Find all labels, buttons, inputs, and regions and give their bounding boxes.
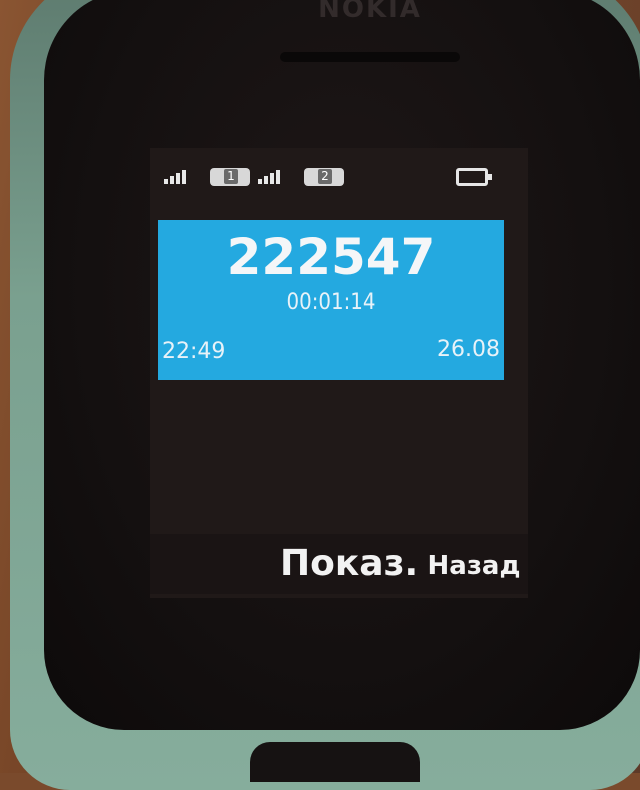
signal-bars-icon bbox=[258, 166, 286, 184]
sim-2-label: 2 bbox=[318, 169, 332, 184]
call-number: 222547 bbox=[226, 228, 436, 286]
status-bar: 1 2 bbox=[160, 156, 500, 188]
earpiece-speaker bbox=[280, 52, 460, 62]
brand-logo: NOKIA bbox=[318, 0, 422, 24]
back-softkey[interactable]: Назад bbox=[426, 546, 522, 586]
call-time: 22:49 bbox=[162, 339, 226, 364]
softkey-bar: Показ. Назад bbox=[150, 534, 528, 594]
show-softkey[interactable]: Показ. bbox=[280, 542, 418, 586]
sim-2-icon: 2 bbox=[304, 168, 344, 186]
call-date: 26.08 bbox=[437, 337, 500, 362]
sim-1-icon: 1 bbox=[210, 168, 250, 186]
call-summary-panel: 222547 00:01:14 22:49 26.08 bbox=[158, 220, 504, 380]
phone-screen: 1 2 222547 00:01:14 22:49 26.08 Показ. Н… bbox=[150, 148, 528, 598]
signal-bars-icon bbox=[164, 166, 192, 184]
call-duration: 00:01:14 bbox=[286, 290, 376, 315]
battery-icon bbox=[456, 168, 492, 186]
sim-1-label: 1 bbox=[224, 169, 238, 184]
keypad-top bbox=[250, 742, 420, 782]
